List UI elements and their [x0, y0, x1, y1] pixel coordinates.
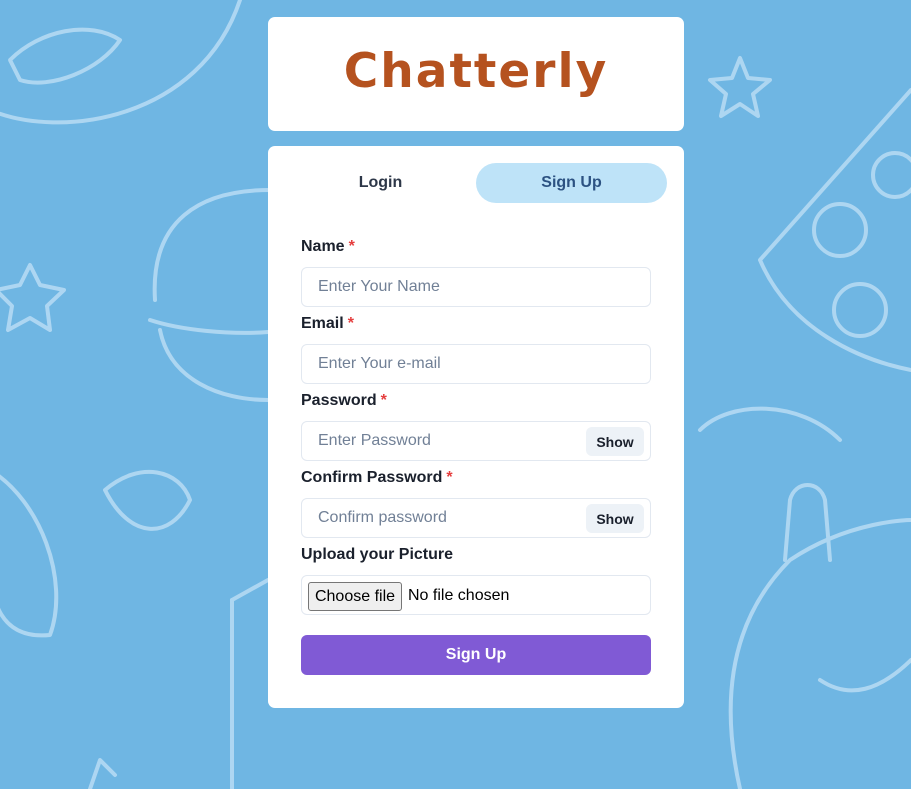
name-field-box — [301, 267, 651, 307]
confirm-password-field-box: Show — [301, 498, 651, 538]
email-label-text: Email — [301, 315, 344, 332]
name-input[interactable] — [318, 268, 578, 306]
confirm-password-input[interactable] — [318, 499, 578, 537]
password-label: Password * — [301, 392, 387, 410]
required-marker: * — [380, 392, 387, 409]
picture-label: Upload your Picture — [301, 546, 454, 563]
app-title: Chatterly — [343, 43, 609, 99]
choose-file-button[interactable]: Choose file — [308, 582, 402, 611]
name-label-text: Name — [301, 238, 345, 255]
pizza-slice-icon — [758, 88, 911, 372]
title-card: Chatterly — [268, 17, 684, 131]
email-field-box — [301, 344, 651, 384]
name-label: Name * — [301, 238, 355, 256]
bowl-icon — [0, 0, 242, 125]
star-icon — [88, 758, 117, 789]
box-icon — [230, 578, 270, 789]
star-icon — [708, 56, 772, 118]
required-marker: * — [347, 315, 354, 332]
tab-login[interactable]: Login — [285, 163, 476, 203]
file-status-text: No file chosen — [408, 587, 510, 604]
password-field-box: Show — [301, 421, 651, 461]
email-label: Email * — [301, 315, 354, 333]
confirm-password-label: Confirm Password * — [301, 469, 453, 487]
confirm-password-label-text: Confirm Password — [301, 469, 443, 486]
password-show-button[interactable]: Show — [586, 427, 644, 456]
picture-upload-field: Choose file No file chosen — [301, 575, 651, 615]
email-input[interactable] — [318, 345, 578, 383]
required-marker: * — [348, 238, 355, 255]
password-input[interactable] — [318, 422, 578, 460]
password-label-text: Password — [301, 392, 377, 409]
cup-icon — [698, 406, 911, 789]
sign-up-submit-button[interactable]: Sign Up — [301, 635, 651, 675]
auth-form-card: Login Sign Up Name* Email* Password* Sho… — [268, 146, 684, 708]
confirm-password-show-button[interactable]: Show — [586, 504, 644, 533]
leaf-icon — [0, 470, 192, 638]
burger-icon — [148, 188, 272, 402]
required-marker: * — [446, 469, 453, 486]
star-icon — [0, 263, 66, 332]
tab-signup[interactable]: Sign Up — [476, 163, 667, 203]
